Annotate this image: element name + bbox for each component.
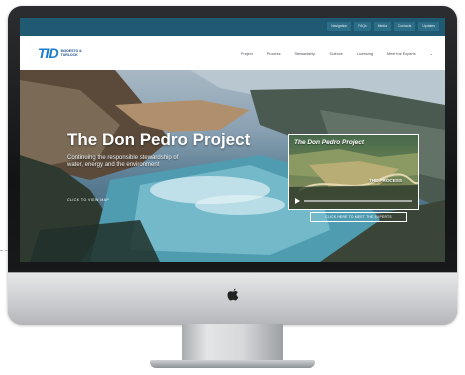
- utility-bar: Navigation FAQs Media Contacts Updates: [20, 18, 445, 36]
- main-nav-bar: TID MODESTO & TURLOCK Project Process St…: [20, 36, 445, 70]
- view-map-link[interactable]: CLICK TO VIEW MAP: [67, 198, 109, 202]
- nav-item-project[interactable]: Project: [241, 52, 253, 56]
- nav-item-science[interactable]: Science: [329, 52, 343, 56]
- meet-experts-button[interactable]: CLICK HERE TO MEET THE EXPERTS: [310, 212, 407, 222]
- utility-link-updates[interactable]: Updates: [418, 22, 439, 31]
- hero-banner: The Don Pedro Project Continuing the res…: [20, 70, 445, 262]
- monitor-stand: [182, 324, 283, 362]
- hero-subtitle: Continuing the responsible stewardship o…: [67, 155, 179, 168]
- nav-item-meet-the-experts[interactable]: Meet the Experts: [387, 52, 416, 56]
- nav-item-licensing[interactable]: Licensing: [357, 52, 373, 56]
- site-logo[interactable]: TID MODESTO & TURLOCK: [38, 46, 87, 60]
- utility-link-faqs[interactable]: FAQs: [354, 22, 371, 31]
- utility-link-navigation[interactable]: Navigation: [327, 22, 352, 31]
- video-overlay-text: THE PROCESS: [369, 178, 402, 183]
- hero-title: The Don Pedro Project: [67, 130, 251, 149]
- utility-link-media[interactable]: Media: [373, 22, 391, 31]
- nav-item-process[interactable]: Process: [267, 52, 281, 56]
- play-icon[interactable]: [295, 198, 300, 204]
- video-title: The Don Pedro Project: [294, 139, 365, 146]
- main-nav: Project Process Stewardship Science Lice…: [241, 51, 433, 56]
- nav-item-stewardship[interactable]: Stewardship: [294, 52, 315, 56]
- apple-logo-icon: [227, 288, 239, 301]
- screen: Navigation FAQs Media Contacts Updates T…: [20, 18, 445, 262]
- utility-nav: Navigation FAQs Media Contacts Updates: [327, 22, 439, 31]
- video-progress-bar[interactable]: [304, 200, 412, 202]
- logo-text: MODESTO & TURLOCK: [60, 49, 82, 57]
- video-player[interactable]: The Don Pedro Project THE PROCESS: [288, 134, 419, 210]
- utility-link-contacts[interactable]: Contacts: [393, 22, 416, 31]
- video-thumbnail: [289, 149, 418, 209]
- monitor-stand-base: [150, 360, 315, 368]
- logo-mark: TID: [38, 45, 59, 61]
- chevron-down-icon[interactable]: ⌄: [430, 51, 433, 56]
